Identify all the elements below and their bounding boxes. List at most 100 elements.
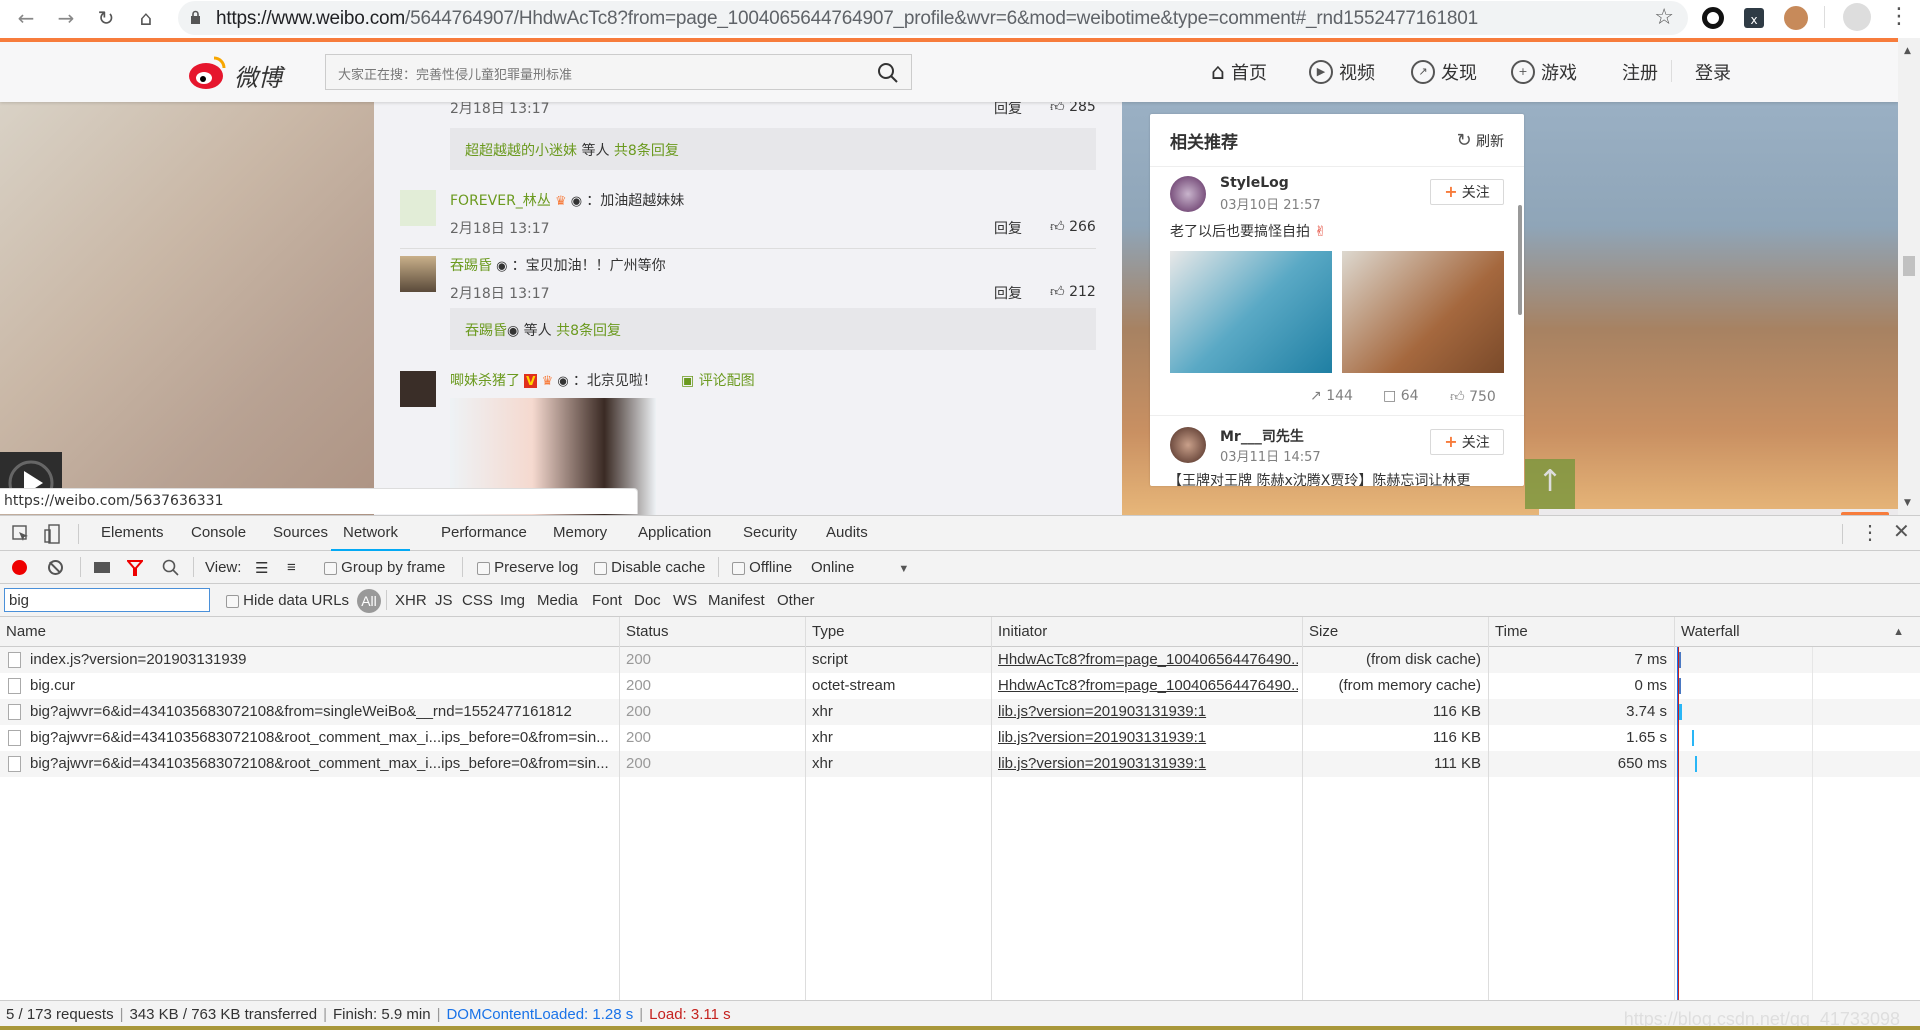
avatar[interactable]	[1170, 176, 1206, 212]
recommend-user[interactable]: StyleLog	[1220, 175, 1289, 191]
tab-security[interactable]: Security	[743, 516, 797, 551]
follow-button[interactable]: + 关注	[1430, 429, 1504, 455]
nav-register[interactable]: 注册	[1622, 59, 1658, 85]
recommend-user[interactable]: Mr___司先生	[1220, 426, 1304, 446]
device-toolbar-icon[interactable]	[44, 524, 60, 544]
like-button[interactable]: 👍︎ 266	[1050, 218, 1096, 235]
throttling-select[interactable]: Online ▼	[811, 559, 909, 576]
column-header-name[interactable]: Name	[0, 617, 619, 647]
filter-type-manifest[interactable]: Manifest	[708, 592, 765, 609]
scroll-down-icon[interactable]: ▼	[1904, 498, 1911, 508]
tab-performance[interactable]: Performance	[441, 516, 527, 551]
column-header-type[interactable]: Type	[806, 617, 991, 647]
recommend-scrollbar[interactable]	[1518, 205, 1522, 315]
group-by-frame-checkbox[interactable]: Group by frame	[324, 559, 445, 576]
offline-checkbox[interactable]: Offline	[732, 559, 792, 576]
overview-icon[interactable]: ≡	[287, 559, 296, 576]
avatar[interactable]	[400, 371, 436, 407]
request-row[interactable]: big?ajwvr=6&id=4341035683072108&root_com…	[0, 725, 1920, 751]
nav-login[interactable]: 登录	[1695, 59, 1731, 85]
column-header-waterfall[interactable]: Waterfall ▲	[1675, 617, 1920, 647]
clear-icon[interactable]	[48, 560, 63, 575]
back-to-top-button[interactable]: ↑	[1525, 459, 1575, 509]
weibo-logo[interactable]: 微博	[186, 52, 296, 92]
menu-icon[interactable]: ⋮	[1888, 4, 1910, 30]
tab-audits[interactable]: Audits	[826, 516, 868, 551]
filter-icon[interactable]	[127, 560, 143, 576]
request-row[interactable]: big.cur 200 octet-stream HhdwAcTc8?from=pag…	[0, 673, 1920, 699]
filter-type-other[interactable]: Other	[777, 592, 815, 609]
home-icon[interactable]: ⌂	[132, 4, 160, 32]
search-input[interactable]: 大家正在搜：完善性侵儿童犯罪量刑标准	[325, 54, 912, 90]
nav-home[interactable]: ⌂ 首页	[1211, 59, 1267, 85]
column-header-size[interactable]: Size	[1303, 617, 1488, 647]
request-row[interactable]: big?ajwvr=6&id=4341035683072108&from=sin…	[0, 699, 1920, 725]
reply-user-link[interactable]: 超超越越的小迷妹	[465, 143, 577, 159]
avatar[interactable]	[400, 256, 436, 292]
reply-user-link[interactable]: 吞踢昏	[465, 323, 507, 339]
filter-type-img[interactable]: Img	[500, 592, 525, 609]
comment-author[interactable]: FOREVER_林丛	[450, 193, 551, 209]
filter-type-ws[interactable]: WS	[673, 592, 697, 609]
request-row[interactable]: index.js?version=201903131939 200 script Hh…	[0, 647, 1920, 673]
reply-count-link[interactable]: 共8条回复	[556, 323, 621, 339]
disable-cache-checkbox[interactable]: Disable cache	[594, 559, 705, 576]
request-name[interactable]: big?ajwvr=6&id=4341035683072108&from=sin…	[30, 699, 615, 725]
filter-type-media[interactable]: Media	[537, 592, 578, 609]
filter-type-font[interactable]: Font	[592, 592, 622, 609]
reload-icon[interactable]: ↻	[92, 4, 120, 32]
extension-monkey-icon[interactable]	[1784, 6, 1808, 30]
address-bar[interactable]: https://www.weibo.com/5644764907/HhdwAcT…	[178, 1, 1688, 35]
hide-data-urls-checkbox[interactable]: Hide data URLs	[226, 592, 349, 609]
column-header-time[interactable]: Time	[1489, 617, 1674, 647]
back-icon[interactable]: ←	[12, 4, 40, 32]
avatar[interactable]	[400, 190, 436, 226]
filter-type-xhr[interactable]: XHR	[395, 592, 427, 609]
request-initiator[interactable]: HhdwAcTc8?from=page_100406564476490...	[998, 673, 1298, 699]
comment-button[interactable]: □ 64	[1383, 388, 1419, 404]
preserve-log-checkbox[interactable]: Preserve log	[477, 559, 578, 576]
scroll-up-icon[interactable]: ▲	[1904, 46, 1911, 56]
recommend-image[interactable]	[1170, 251, 1332, 373]
extension-x-icon[interactable]: x	[1744, 8, 1764, 28]
tab-memory[interactable]: Memory	[553, 516, 607, 551]
tab-network[interactable]: Network	[331, 516, 411, 551]
filter-type-all[interactable]: All	[357, 589, 381, 613]
reply-link[interactable]: 回复	[994, 218, 1022, 238]
tab-elements[interactable]: Elements	[101, 516, 164, 551]
filter-type-css[interactable]: CSS	[462, 592, 493, 609]
page-scrollbar[interactable]: ▲ ▼	[1898, 38, 1920, 515]
filter-type-doc[interactable]: Doc	[634, 592, 661, 609]
comment-author[interactable]: 唧妹杀猪了	[450, 373, 520, 389]
extension-o-icon[interactable]	[1702, 7, 1724, 29]
nav-discover[interactable]: ↗ 发现	[1411, 59, 1477, 85]
large-rows-icon[interactable]: ☰	[255, 559, 268, 577]
request-name[interactable]: big?ajwvr=6&id=4341035683072108&root_com…	[30, 751, 615, 777]
nav-video[interactable]: ▶ 视频	[1309, 59, 1375, 85]
column-header-status[interactable]: Status	[620, 617, 805, 647]
request-name[interactable]: index.js?version=201903131939	[30, 647, 615, 673]
tab-console[interactable]: Console	[191, 516, 246, 551]
close-devtools-icon[interactable]: ✕	[1893, 519, 1910, 544]
more-options-icon[interactable]: ⋮	[1860, 520, 1880, 545]
request-initiator[interactable]: lib.js?version=201903131939:1	[998, 725, 1298, 751]
profile-avatar-icon[interactable]	[1843, 3, 1871, 31]
column-header-initiator[interactable]: Initiator	[992, 617, 1302, 647]
tab-sources[interactable]: Sources	[273, 516, 328, 551]
record-icon[interactable]	[12, 560, 27, 575]
recommend-image[interactable]	[1342, 251, 1504, 373]
follow-button[interactable]: + 关注	[1430, 179, 1504, 205]
reply-link[interactable]: 回复	[994, 283, 1022, 303]
share-button[interactable]: ↗ 144	[1310, 388, 1353, 404]
search-icon[interactable]	[877, 62, 899, 84]
inspect-element-icon[interactable]	[12, 525, 30, 543]
like-button[interactable]: 👍︎ 750	[1450, 388, 1496, 405]
comment-image-link[interactable]: ▣ 评论配图	[681, 373, 755, 389]
comment-author[interactable]: 吞踢昏	[450, 258, 492, 274]
search-icon[interactable]	[162, 559, 179, 576]
scrollbar-thumb[interactable]	[1903, 256, 1915, 276]
request-initiator[interactable]: lib.js?version=201903131939:1	[998, 699, 1298, 725]
filter-type-js[interactable]: JS	[435, 592, 453, 609]
request-row[interactable]: big?ajwvr=6&id=4341035683072108&root_com…	[0, 751, 1920, 777]
reply-count-link[interactable]: 共8条回复	[614, 143, 679, 159]
